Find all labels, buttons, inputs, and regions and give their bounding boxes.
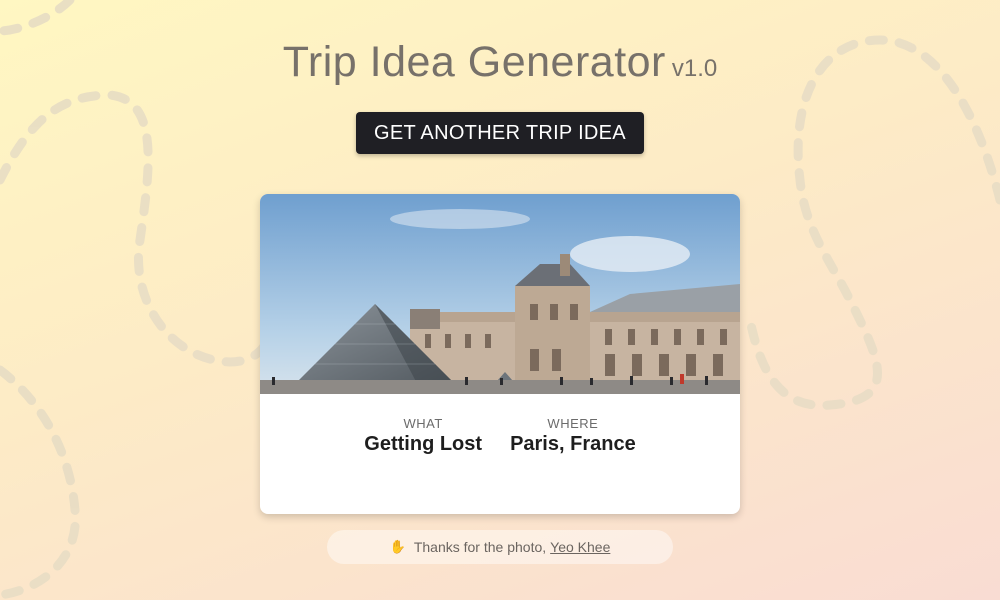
trip-idea-card: WHAT Getting Lost WHERE Paris, France (260, 194, 740, 514)
get-another-trip-idea-button[interactable]: GET ANOTHER TRIP IDEA (356, 112, 644, 154)
what-section: WHAT Getting Lost (364, 416, 482, 456)
photo-credit: ✋ Thanks for the photo, Yeo Khee (327, 530, 673, 564)
photo-author-link[interactable]: Yeo Khee (550, 539, 610, 555)
what-label: WHAT (403, 416, 443, 431)
page-title: Trip Idea Generator (282, 38, 666, 86)
where-section: WHERE Paris, France (510, 416, 636, 456)
where-label: WHERE (547, 416, 599, 431)
version-label: v1.0 (671, 55, 718, 82)
clapping-hands-icon: ✋ (389, 539, 406, 554)
page-header: Trip Idea Generator v1.0 (0, 38, 1000, 87)
where-value: Paris, France (510, 433, 636, 455)
trip-idea-details: WHAT Getting Lost WHERE Paris, France (260, 416, 740, 456)
trip-photo (260, 194, 740, 394)
what-value: Getting Lost (364, 433, 483, 455)
photo-credit-text: Thanks for the photo, (413, 539, 547, 555)
